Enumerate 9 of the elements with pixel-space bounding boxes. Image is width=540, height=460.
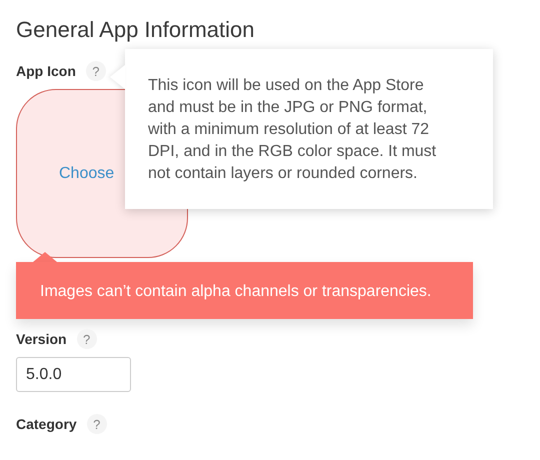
version-field[interactable]: 5.0.0 (16, 357, 131, 392)
field-label: Category (16, 416, 77, 432)
help-button[interactable]: ? (86, 414, 107, 434)
error-message: Images can’t contain alpha channels or transparencies. (16, 252, 473, 319)
field-label: App Icon (16, 63, 76, 79)
page-title: General App Information (16, 17, 256, 43)
help-button[interactable]: ? (86, 61, 106, 81)
field-label: Version (16, 331, 67, 347)
help-button[interactable]: ? (76, 329, 97, 349)
